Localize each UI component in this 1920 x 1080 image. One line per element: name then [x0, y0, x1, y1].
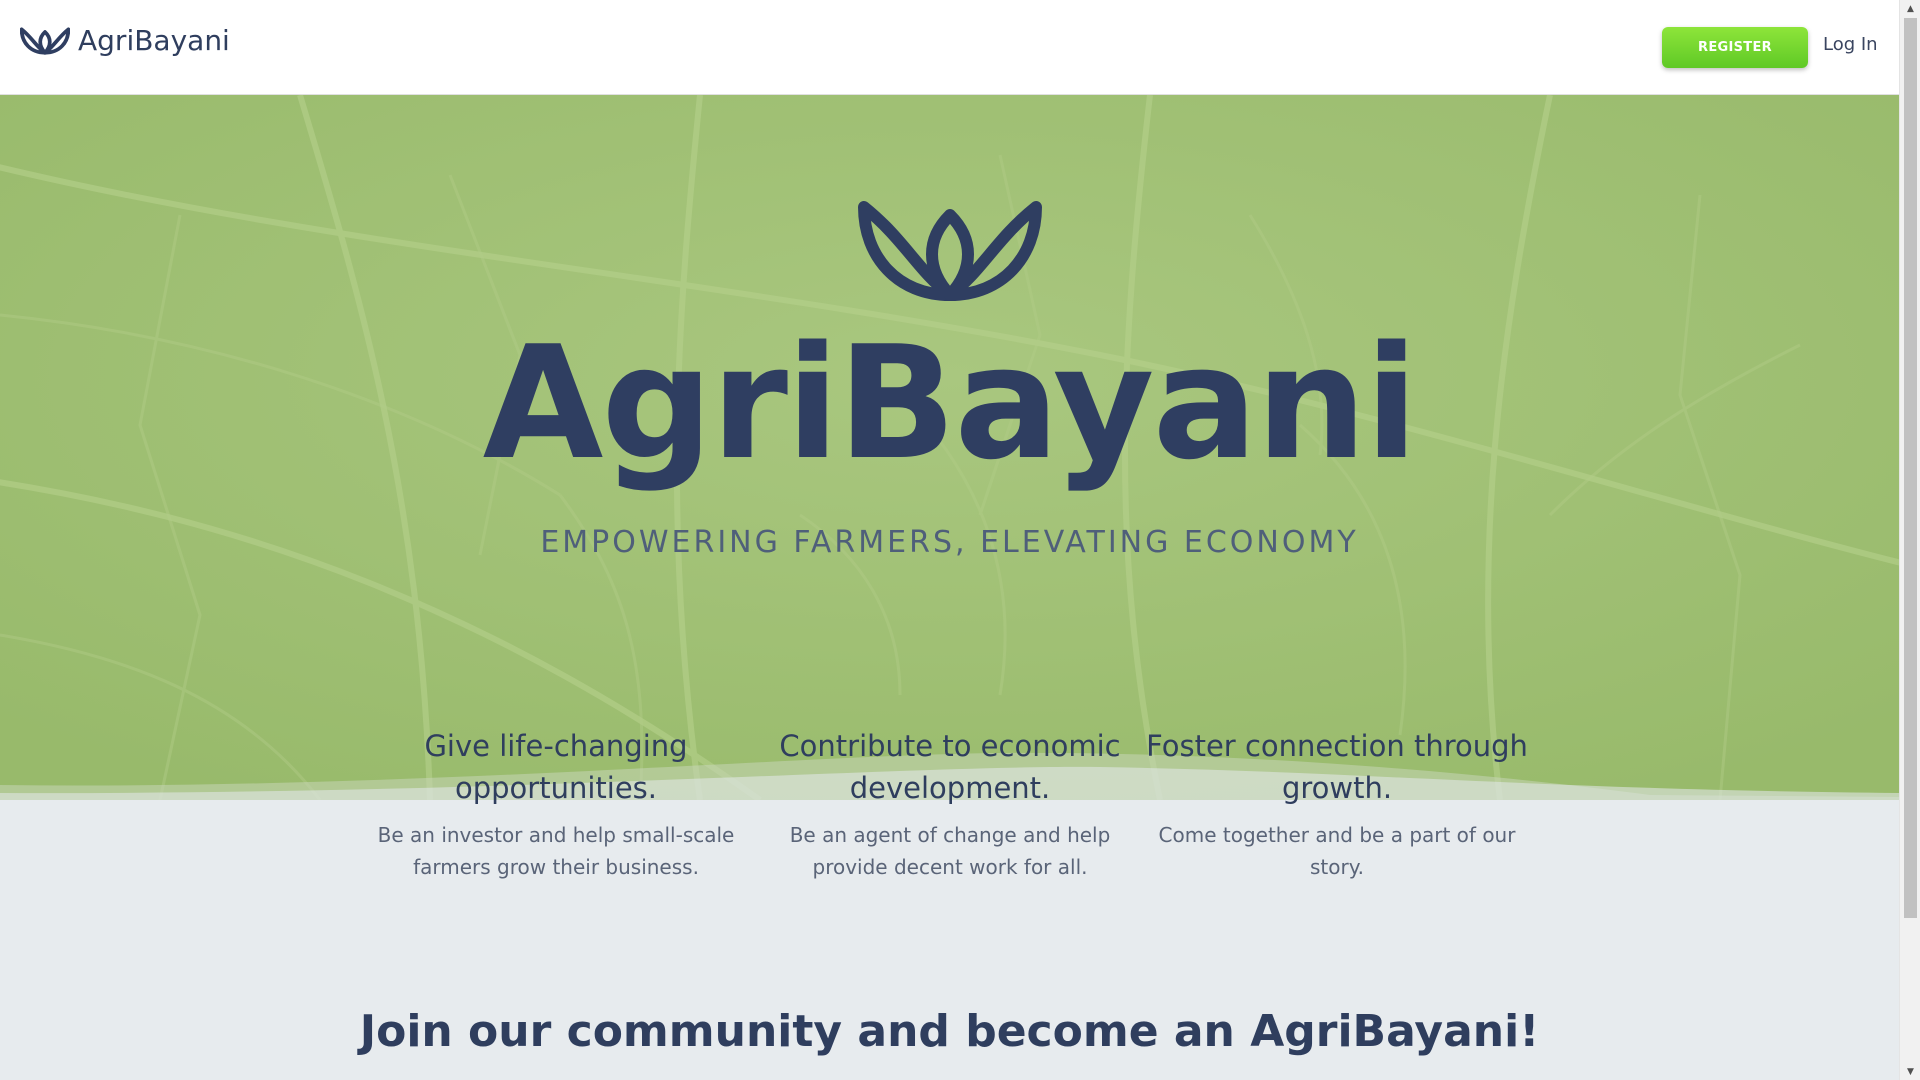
top-navbar: AgriBayani REGISTER Log In	[0, 0, 1899, 95]
feature-description: Be an investor and help small-scale farm…	[377, 823, 735, 879]
feature-title: Contribute to economic development.	[779, 729, 1121, 805]
feature-economic-development: Contribute to economic development. Be a…	[750, 725, 1150, 883]
brand-home-link[interactable]: AgriBayani	[20, 24, 230, 57]
feature-investor: Give life-changing opportunities. Be an …	[356, 725, 756, 883]
page: AgriBayani REGISTER Log In AgriBayani EM…	[0, 0, 1899, 1080]
hero-tagline: EMPOWERING FARMERS, ELEVATING ECONOMY	[540, 525, 1359, 560]
login-link[interactable]: Log In	[1823, 34, 1878, 55]
scrollbar-thumb[interactable]	[1904, 18, 1917, 918]
feature-title: Foster connection through growth.	[1146, 729, 1528, 805]
scroll-up-arrow-icon[interactable]: ▲	[1900, 0, 1920, 17]
register-button[interactable]: REGISTER	[1662, 27, 1808, 68]
hero-title: AgriBayani	[482, 312, 1419, 494]
feature-description: Come together and be a part of our story…	[1158, 823, 1516, 879]
feature-title: Give life-changing opportunities.	[424, 729, 688, 805]
join-community-heading: Join our community and become an AgriBay…	[359, 1006, 1540, 1057]
hero-banner: AgriBayani EMPOWERING FARMERS, ELEVATING…	[0, 95, 1899, 800]
scroll-down-arrow-icon[interactable]: ▼	[1900, 1063, 1920, 1080]
feature-connection: Foster connection through growth. Come t…	[1137, 725, 1537, 883]
features-section: Give life-changing opportunities. Be an …	[0, 725, 1899, 885]
page-scrollbar[interactable]: ▲ ▼	[1899, 0, 1920, 1080]
leaf-lotus-icon	[20, 26, 70, 56]
feature-description: Be an agent of change and help provide d…	[789, 823, 1111, 879]
brand-name: AgriBayani	[78, 24, 230, 57]
hero-leaf-lotus-icon	[858, 201, 1042, 301]
